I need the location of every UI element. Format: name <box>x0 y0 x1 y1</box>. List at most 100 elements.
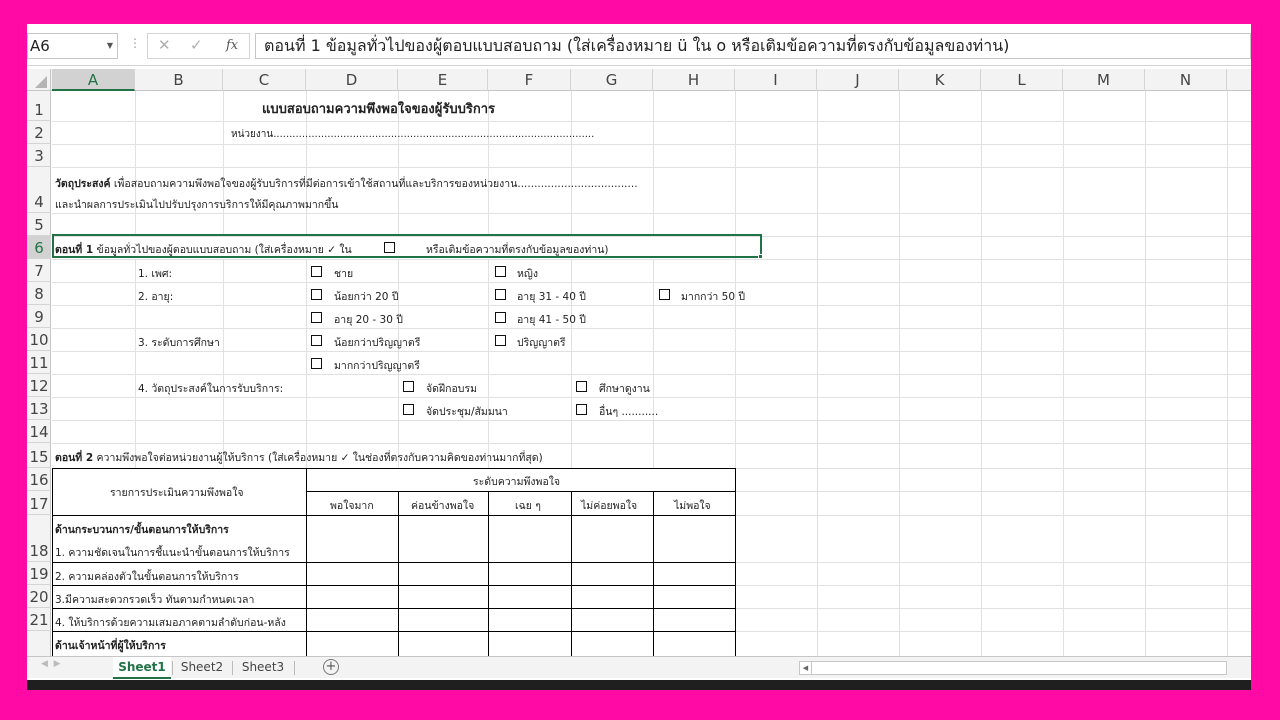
objective-text: เพื่อสอบถามความพึงพอใจของผู้รับบริการที่… <box>110 178 638 190</box>
drag-handle-icon[interactable]: ⋮ <box>129 36 141 50</box>
option-edu-lt-bachelor: น้อยกว่าปริญญาตรี <box>334 337 421 349</box>
column-header-e[interactable]: E <box>398 69 488 91</box>
scroll-left-icon[interactable]: ◀ <box>800 662 812 674</box>
checkbox-age-lt20[interactable] <box>311 289 322 300</box>
row-header-3[interactable]: 3 <box>27 144 51 167</box>
formula-input[interactable]: ตอนที่ 1 ข้อมูลทั่วไปของผู้ตอบแบบสอบถาม … <box>255 33 1251 59</box>
column-header-m[interactable]: M <box>1063 69 1145 91</box>
column-header-g[interactable]: G <box>571 69 653 91</box>
taskbar <box>27 680 1251 690</box>
row-header-21[interactable]: 21 <box>27 608 51 631</box>
item-4: 4. ให้บริการด้วยความเสมอภาคตามลำดับก่อน-… <box>55 617 286 629</box>
checkbox-edu-gt-bachelor[interactable] <box>311 358 322 369</box>
chevron-down-icon[interactable]: ▼ <box>103 33 117 59</box>
row-header-12[interactable]: 12 <box>27 374 51 397</box>
part2-heading: ตอนที่ 2 ความพึงพอใจต่อหน่วยงานผู้ให้บริ… <box>55 449 543 466</box>
horizontal-scrollbar[interactable]: ◀ <box>799 661 1227 675</box>
column-header-b[interactable]: B <box>135 69 223 91</box>
row-header-19[interactable]: 19 <box>27 562 51 585</box>
add-sheet-button[interactable]: + <box>323 659 339 675</box>
row-header-20[interactable]: 20 <box>27 585 51 608</box>
cancel-icon[interactable]: ✕ <box>158 36 171 54</box>
row-header-4[interactable]: 4 <box>27 167 51 213</box>
row-header-13[interactable]: 13 <box>27 397 51 420</box>
option-age-lt20: น้อยกว่า 20 ปี <box>334 291 399 303</box>
table-level-header: ระดับความพึงพอใจ <box>473 476 561 488</box>
table-item-header: รายการประเมินความพึงพอใจ <box>110 487 244 499</box>
checkbox-female[interactable] <box>495 266 506 277</box>
row-header-9[interactable]: 9 <box>27 305 51 328</box>
checkbox-age-41-50[interactable] <box>495 312 506 323</box>
checkbox-male[interactable] <box>311 266 322 277</box>
objective-line: วัตถุประสงค์ เพื่อสอบถามความพึงพอใจของผู… <box>55 175 638 192</box>
column-header-h[interactable]: H <box>653 69 735 91</box>
option-obj-training: จัดฝึกอบรม <box>426 383 478 395</box>
checkbox-edu-bachelor[interactable] <box>495 335 506 346</box>
row-header-1[interactable]: 1 <box>27 91 51 121</box>
row-header-16[interactable]: 16 <box>27 468 51 491</box>
column-header-i[interactable]: I <box>735 69 817 91</box>
row-header-5[interactable]: 5 <box>27 213 51 236</box>
column-header-f[interactable]: F <box>488 69 571 91</box>
checkbox-edu-lt-bachelor[interactable] <box>311 335 322 346</box>
row-header-15[interactable]: 15 <box>27 443 51 468</box>
column-header-j[interactable]: J <box>817 69 899 91</box>
option-male: ชาย <box>334 268 354 280</box>
level-header-not-very-satisfied: ไม่ค่อยพอใจ <box>581 500 638 512</box>
sheet-nav-arrows-icon[interactable]: ◀ ▶ <box>41 659 61 669</box>
row-header-11[interactable]: 11 <box>27 351 51 374</box>
q4-objective-label: 4. วัตถุประสงค์ในการรับบริการ: <box>138 383 284 395</box>
section-staff: ด้านเจ้าหน้าที่ผู้ให้บริการ <box>55 640 166 652</box>
option-obj-meeting: จัดประชุม/สัมมนา <box>426 406 508 418</box>
fx-icon[interactable]: fx <box>226 38 238 53</box>
checkbox-obj-training[interactable] <box>403 381 414 392</box>
row-header-18[interactable]: 18 <box>27 515 51 562</box>
column-header-d[interactable]: D <box>306 69 398 91</box>
checkbox-obj-study[interactable] <box>576 381 587 392</box>
level-header-very-satisfied: พอใจมาก <box>330 500 374 512</box>
column-header-l[interactable]: L <box>981 69 1063 91</box>
column-headers: A B C D E F G H I J K L M N <box>27 69 1251 91</box>
checkbox-age-20-30[interactable] <box>311 312 322 323</box>
enter-icon[interactable]: ✓ <box>190 36 203 54</box>
row-header-7[interactable]: 7 <box>27 259 51 282</box>
q2-age-label: 2. อายุ: <box>138 291 174 303</box>
option-age-41-50: อายุ 41 - 50 ปี <box>517 314 586 326</box>
row-header-22[interactable] <box>27 631 51 656</box>
checkbox-obj-meeting[interactable] <box>403 404 414 415</box>
column-header-k[interactable]: K <box>899 69 981 91</box>
formula-buttons: ✕ ✓ fx <box>147 33 250 59</box>
row-header-17[interactable]: 17 <box>27 491 51 515</box>
row-header-6[interactable]: 6 <box>27 236 51 259</box>
selected-cell-a6[interactable] <box>52 234 762 258</box>
checkbox-age-gt50[interactable] <box>659 289 670 300</box>
level-header-fairly-satisfied: ค่อนข้างพอใจ <box>411 500 475 512</box>
fill-handle[interactable] <box>758 254 763 259</box>
option-age-gt50: มากกว่า 50 ปี <box>681 291 746 303</box>
objective-line-2: และนำผลการประเมินไปปรับปรุงการบริการให้ม… <box>55 199 339 211</box>
row-header-10[interactable]: 10 <box>27 328 51 351</box>
row-headers: 1 2 3 4 5 6 7 8 9 10 11 12 13 14 15 16 1… <box>27 91 51 656</box>
option-obj-study: ศึกษาดูงาน <box>599 383 650 395</box>
column-header-n[interactable]: N <box>1145 69 1227 91</box>
row-header-8[interactable]: 8 <box>27 282 51 305</box>
tab-sheet3[interactable]: Sheet3 <box>233 657 293 679</box>
q1-gender-label: 1. เพศ: <box>138 268 173 280</box>
tab-sheet1[interactable]: Sheet1 <box>113 657 171 679</box>
option-edu-gt-bachelor: มากกว่าปริญญาตรี <box>334 360 420 372</box>
checkbox-age-31-40[interactable] <box>495 289 506 300</box>
row-header-2[interactable]: 2 <box>27 121 51 144</box>
select-all-button[interactable] <box>27 69 51 91</box>
item-2: 2. ความคล่องตัวในขั้นตอนการให้บริการ <box>55 571 239 583</box>
survey-title: แบบสอบถามความพึงพอใจของผู้รับบริการ <box>262 102 496 117</box>
column-header-c[interactable]: C <box>223 69 306 91</box>
tab-sheet2[interactable]: Sheet2 <box>173 657 231 679</box>
column-header-a[interactable]: A <box>52 69 135 91</box>
section-process: ด้านกระบวนการ/ขั้นตอนการให้บริการ <box>55 524 229 536</box>
item-3: 3.มีความสะดวกรวดเร็ว ทันตามกำหนดเวลา <box>55 594 255 606</box>
checkbox-obj-other[interactable] <box>576 404 587 415</box>
option-obj-other: อื่นๆ ........... <box>599 406 659 418</box>
option-edu-bachelor: ปริญญาตรี <box>517 337 566 349</box>
row-header-14[interactable]: 14 <box>27 420 51 443</box>
cell-grid[interactable]: แบบสอบถามความพึงพอใจของผู้รับบริการ หน่ว… <box>52 91 1251 656</box>
